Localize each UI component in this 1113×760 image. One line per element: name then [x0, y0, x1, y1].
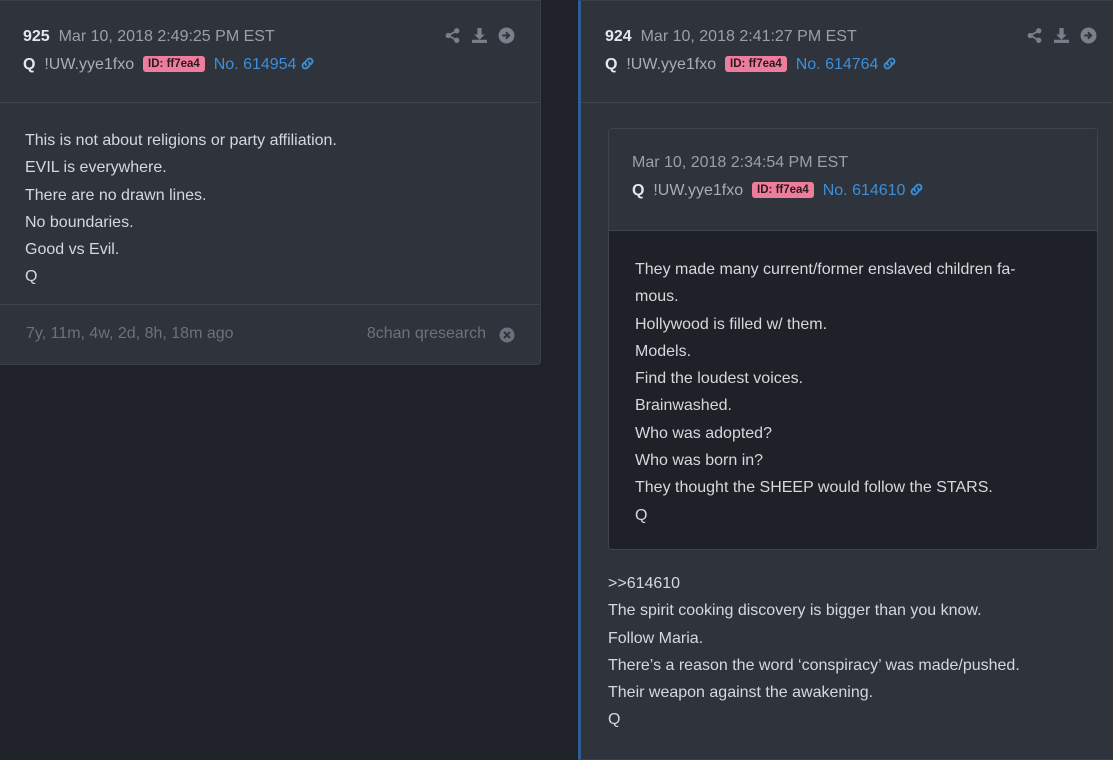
- post-line: They thought the SHEEP would follow the …: [635, 479, 993, 497]
- post-actions: [444, 27, 515, 44]
- download-icon[interactable]: [471, 27, 488, 44]
- post-line: Q: [635, 506, 648, 524]
- post-line: Follow Maria.: [608, 629, 704, 647]
- quoted-post-body: They made many current/former enslaved c…: [635, 256, 1016, 529]
- post-meta-line: 925 Mar 10, 2018 2:49:25 PM EST: [23, 27, 275, 47]
- author-name: Q: [23, 56, 36, 73]
- post-date: Mar 10, 2018 2:49:25 PM EST: [58, 28, 275, 45]
- author-name: Q: [632, 182, 645, 199]
- post-line: Models.: [635, 342, 692, 360]
- post-line: Q: [608, 711, 621, 729]
- arrow-right-circle-icon[interactable]: [1080, 27, 1097, 44]
- close-circle-icon[interactable]: [499, 327, 515, 348]
- post-body: >>614610 The spirit cooking discovery is…: [608, 570, 1020, 734]
- tripcode: !UW.yye1fxo: [44, 56, 135, 73]
- tripcode: !UW.yye1fxo: [626, 56, 717, 73]
- post-line: Find the loudest voices.: [635, 370, 804, 388]
- quoted-date: Mar 10, 2018 2:34:54 PM EST: [632, 154, 849, 171]
- post-source: 8chan qresearch: [366, 325, 486, 342]
- post-body: This is not about religions or party aff…: [25, 127, 337, 291]
- post-line: Hollywood is filled w/ them.: [635, 315, 828, 333]
- share-icon[interactable]: [1026, 27, 1043, 44]
- post-line: There’s a reason the word ‘conspiracy’ w…: [608, 656, 1020, 674]
- id-badge: ID: ff7ea4: [752, 182, 814, 198]
- post-line: Who was adopted?: [635, 424, 772, 442]
- post-line: Brainwashed.: [635, 397, 732, 415]
- post-line: Who was born in?: [635, 452, 764, 470]
- quoted-post-header: Mar 10, 2018 2:34:54 PM EST Q !UW.yye1fx…: [609, 129, 1097, 231]
- link-icon[interactable]: [882, 56, 897, 77]
- id-badge: ID: ff7ea4: [725, 56, 787, 72]
- post-author-line: Q !UW.yye1fxo ID: ff7ea4 No. 614954: [23, 55, 315, 77]
- arrow-right-circle-icon[interactable]: [498, 27, 515, 44]
- post-line: Good vs Evil.: [25, 241, 120, 259]
- post-header: 925 Mar 10, 2018 2:49:25 PM EST Q !UW.yy…: [0, 1, 540, 103]
- share-icon[interactable]: [444, 27, 461, 44]
- tripcode: !UW.yye1fxo: [653, 182, 744, 199]
- post-meta-line: 924 Mar 10, 2018 2:41:27 PM EST: [605, 27, 857, 47]
- post-footer: 7y, 11m, 4w, 2d, 8h, 18m ago 8chan qrese…: [0, 304, 540, 364]
- post-header: 924 Mar 10, 2018 2:41:27 PM EST Q !UW.yy…: [581, 1, 1113, 103]
- post-number: 924: [605, 28, 632, 45]
- quoted-author-line: Q !UW.yye1fxo ID: ff7ea4 No. 614610: [632, 181, 924, 203]
- post-line: This is not about religions or party aff…: [25, 132, 337, 149]
- post-date: Mar 10, 2018 2:41:27 PM EST: [640, 28, 857, 45]
- post-line: They made many current/former enslaved c…: [635, 261, 1016, 278]
- post-card-925: 925 Mar 10, 2018 2:49:25 PM EST Q !UW.yy…: [0, 0, 541, 365]
- link-icon[interactable]: [300, 56, 315, 77]
- quoted-post: Mar 10, 2018 2:34:54 PM EST Q !UW.yye1fx…: [608, 128, 1098, 550]
- post-line: The spirit cooking discovery is bigger t…: [608, 602, 982, 620]
- post-number-link[interactable]: No. 614610: [823, 182, 906, 199]
- post-age: 7y, 11m, 4w, 2d, 8h, 18m ago: [26, 325, 234, 342]
- post-line: Q: [25, 268, 38, 286]
- post-number: 925: [23, 28, 50, 45]
- post-line: No boundaries.: [25, 213, 134, 231]
- reply-link[interactable]: >>614610: [608, 570, 1020, 597]
- quoted-meta-line: Mar 10, 2018 2:34:54 PM EST: [632, 153, 848, 173]
- post-line: Their weapon against the awakening.: [608, 684, 874, 702]
- author-name: Q: [605, 56, 618, 73]
- post-actions: [1026, 27, 1097, 44]
- post-line: There are no drawn lines.: [25, 186, 207, 204]
- post-author-line: Q !UW.yye1fxo ID: ff7ea4 No. 614764: [605, 55, 897, 77]
- post-line: mous.: [635, 288, 679, 306]
- post-number-link[interactable]: No. 614954: [214, 56, 297, 73]
- link-icon[interactable]: [909, 182, 924, 203]
- id-badge: ID: ff7ea4: [143, 56, 205, 72]
- post-line: EVIL is everywhere.: [25, 159, 167, 177]
- post-number-link[interactable]: No. 614764: [796, 56, 879, 73]
- post-card-924: 924 Mar 10, 2018 2:41:27 PM EST Q !UW.yy…: [578, 0, 1113, 760]
- download-icon[interactable]: [1053, 27, 1070, 44]
